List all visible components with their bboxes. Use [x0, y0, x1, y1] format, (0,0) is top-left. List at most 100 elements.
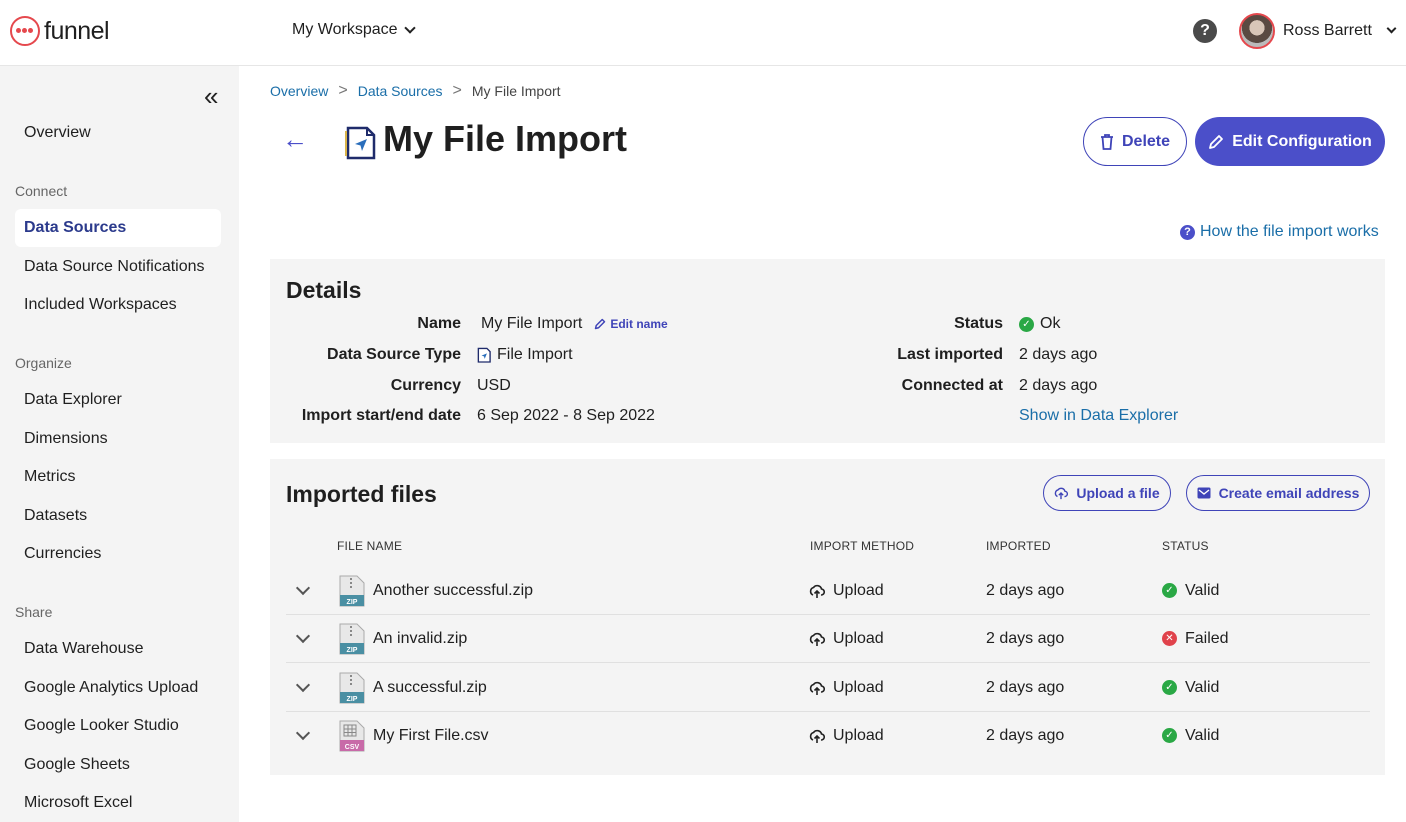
import-method: Upload	[833, 581, 884, 599]
breadcrumb-separator: >	[338, 82, 348, 99]
sidebar-item-data-sources[interactable]: Data Sources	[15, 209, 221, 247]
detail-value-data-source-type: File Import	[477, 346, 573, 364]
sidebar: « Overview Connect Data Sources Data Sou…	[0, 66, 239, 822]
sidebar-item-microsoft-excel[interactable]: Microsoft Excel	[15, 784, 221, 822]
detail-value-currency: USD	[477, 377, 511, 394]
sidebar-item-data-source-notifications[interactable]: Data Source Notifications	[15, 248, 221, 286]
file-name-cell: ZIP Another successful.zip	[339, 566, 533, 615]
sidebar-item-dimensions[interactable]: Dimensions	[15, 420, 221, 458]
edit-name-link[interactable]: Edit name	[594, 317, 668, 331]
file-name-cell: CSV My First File.csv	[339, 711, 489, 760]
chevron-down-icon	[295, 677, 311, 693]
check-circle-icon: ✓	[1162, 680, 1177, 695]
status-cell: ✓ Valid	[1162, 711, 1219, 760]
edit-configuration-button[interactable]: Edit Configuration	[1195, 117, 1385, 166]
check-circle-icon: ✓	[1162, 583, 1177, 598]
detail-value-import-dates: 6 Sep 2022 - 8 Sep 2022	[477, 407, 655, 424]
zip-file-icon: ZIP	[339, 575, 365, 606]
csv-file-icon: CSV	[339, 720, 365, 751]
sidebar-heading-organize: Organize	[15, 355, 72, 371]
x-circle-icon: ✕	[1162, 631, 1177, 646]
status-text: Valid	[1185, 581, 1220, 599]
show-in-data-explorer-link[interactable]: Show in Data Explorer	[1019, 407, 1178, 425]
avatar	[1239, 13, 1275, 49]
sidebar-item-google-sheets[interactable]: Google Sheets	[15, 746, 221, 784]
detail-label-currency: Currency	[390, 377, 461, 394]
trash-icon	[1100, 133, 1113, 150]
sidebar-item-included-workspaces[interactable]: Included Workspaces	[15, 286, 221, 324]
sidebar-item-datasets[interactable]: Datasets	[15, 497, 221, 535]
pencil-icon	[595, 318, 606, 330]
upload-file-button[interactable]: Upload a file	[1043, 475, 1171, 511]
logo-text: funnel	[44, 16, 110, 45]
column-header-import-method[interactable]: IMPORT METHOD	[810, 539, 914, 553]
cloud-upload-icon	[1055, 487, 1069, 500]
expand-row-button[interactable]	[295, 614, 311, 663]
sidebar-item-google-analytics-upload[interactable]: Google Analytics Upload	[15, 669, 221, 707]
expand-row-button[interactable]	[295, 663, 311, 712]
import-method-cell: Upload	[809, 614, 884, 663]
breadcrumb-separator: >	[452, 82, 462, 99]
imported-files-heading: Imported files	[286, 481, 437, 507]
collapse-sidebar-icon[interactable]: «	[204, 83, 218, 109]
zip-file-icon: ZIP	[339, 623, 365, 654]
chevron-down-icon	[295, 725, 311, 741]
imported-cell: 2 days ago	[986, 678, 1065, 696]
chevron-down-icon	[1386, 23, 1397, 34]
zip-badge-label: ZIP	[347, 696, 358, 703]
sidebar-item-data-warehouse[interactable]: Data Warehouse	[15, 630, 221, 668]
status-text: Valid	[1185, 678, 1220, 696]
detail-label-last-imported: Last imported	[897, 346, 1003, 363]
help-icon[interactable]: ?	[1193, 19, 1217, 43]
file-import-icon	[345, 126, 376, 160]
check-circle-icon: ✓	[1019, 316, 1034, 332]
zip-badge-label: ZIP	[347, 599, 358, 606]
sidebar-item-overview[interactable]: Overview	[15, 114, 221, 152]
details-heading: Details	[286, 277, 362, 303]
breadcrumb-data-sources[interactable]: Data Sources	[358, 83, 443, 99]
sidebar-item-data-explorer[interactable]: Data Explorer	[15, 381, 221, 419]
funnel-logo-icon	[10, 16, 40, 46]
expand-row-button[interactable]	[295, 566, 311, 615]
column-header-file-name[interactable]: FILE NAME	[337, 539, 402, 553]
imported-cell: 2 days ago	[986, 726, 1065, 744]
imported-files-panel: Imported files Upload a file Create emai…	[270, 459, 1385, 775]
workspace-selector[interactable]: My Workspace	[292, 21, 416, 39]
back-arrow-icon[interactable]: ←	[282, 124, 308, 154]
sidebar-item-currencies[interactable]: Currencies	[15, 535, 221, 573]
table-row[interactable]: ZIP An invalid.zip Upload 2 days ago ✕ F…	[286, 614, 1370, 663]
chevron-down-icon	[403, 21, 416, 34]
column-header-status[interactable]: STATUS	[1162, 539, 1209, 553]
table-row[interactable]: ZIP A successful.zip Upload 2 days ago ✓…	[286, 663, 1370, 712]
table-row[interactable]: ZIP Another successful.zip Upload 2 days…	[286, 566, 1370, 615]
expand-row-button[interactable]	[295, 711, 311, 760]
import-method: Upload	[833, 678, 884, 696]
sidebar-item-google-looker-studio[interactable]: Google Looker Studio	[15, 707, 221, 745]
breadcrumb: Overview > Data Sources > My File Import	[270, 82, 561, 100]
import-method-cell: Upload	[809, 663, 884, 712]
create-email-address-button[interactable]: Create email address	[1186, 475, 1370, 511]
file-name-cell: ZIP A successful.zip	[339, 663, 487, 712]
funnel-logo[interactable]: funnel	[10, 16, 110, 46]
breadcrumb-overview[interactable]: Overview	[270, 83, 328, 99]
detail-label-name: Name	[417, 315, 461, 332]
status-cell: ✕ Failed	[1162, 614, 1229, 663]
import-method: Upload	[833, 726, 884, 744]
detail-label-data-source-type: Data Source Type	[327, 346, 461, 363]
workspace-name: My Workspace	[292, 21, 398, 38]
column-header-imported[interactable]: IMPORTED	[986, 539, 1051, 553]
imported-cell: 2 days ago	[986, 581, 1065, 599]
status-cell: ✓ Valid	[1162, 663, 1219, 712]
user-menu[interactable]: Ross Barrett	[1239, 13, 1397, 49]
check-circle-icon: ✓	[1162, 728, 1177, 743]
detail-value-last-imported: 2 days ago	[1019, 346, 1098, 363]
edit-name-label: Edit name	[610, 317, 668, 331]
howto-label: How the file import works	[1200, 223, 1379, 240]
delete-button[interactable]: Delete	[1083, 117, 1187, 166]
delete-label: Delete	[1121, 132, 1171, 150]
how-file-import-works-link[interactable]: ? How the file import works	[1180, 223, 1379, 241]
pencil-icon	[1209, 134, 1224, 149]
sidebar-item-metrics[interactable]: Metrics	[15, 458, 221, 496]
import-method-cell: Upload	[809, 711, 884, 760]
table-row[interactable]: CSV My First File.csv Upload 2 days ago …	[286, 711, 1370, 760]
